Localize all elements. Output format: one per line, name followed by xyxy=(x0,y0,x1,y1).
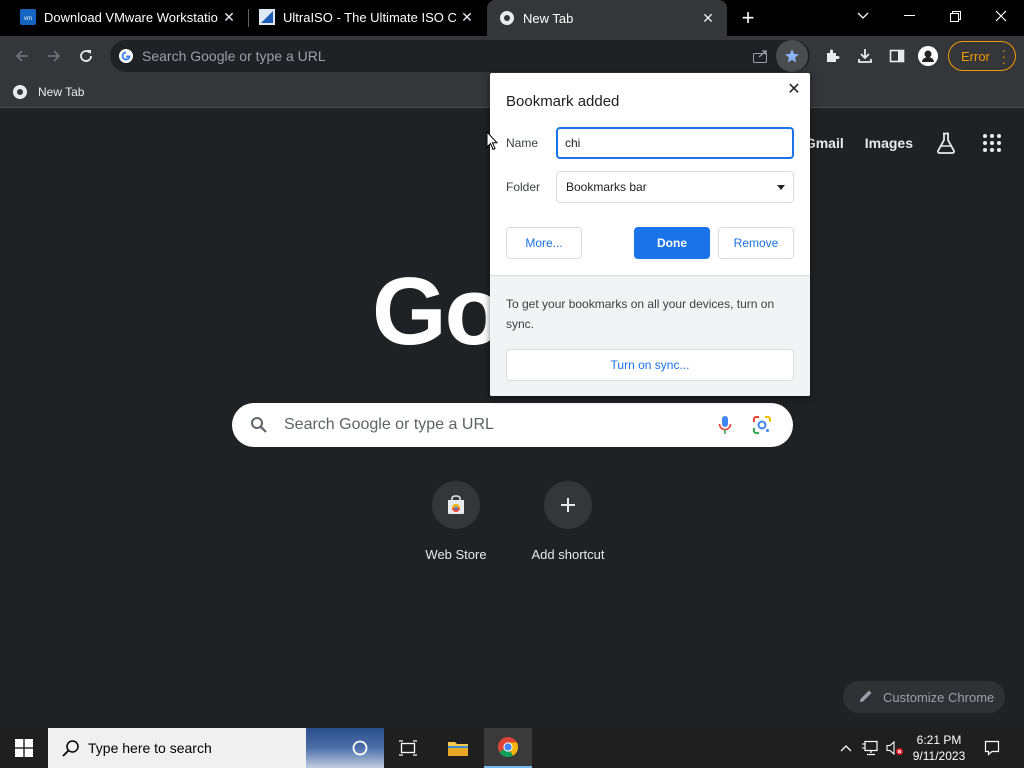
cortana-icon[interactable] xyxy=(336,728,384,768)
more-vert-icon: · · · xyxy=(1001,43,1006,70)
folder-value: Bookmarks bar xyxy=(566,180,647,194)
error-label: Error xyxy=(961,48,990,64)
bookmark-label: New Tab xyxy=(38,85,85,99)
tab-vmware[interactable]: vm Download VMware Workstation P ✕ xyxy=(0,0,248,34)
tab-title: Download VMware Workstation P xyxy=(44,9,218,25)
notifications-icon[interactable] xyxy=(978,728,1006,768)
tab-search-chevron-icon[interactable] xyxy=(840,0,886,32)
dialog-title: Bookmark added xyxy=(506,93,620,110)
omnibox-placeholder: Search Google or type a URL xyxy=(142,48,326,64)
file-explorer-icon[interactable] xyxy=(434,728,482,768)
plus-icon xyxy=(544,481,592,529)
search-icon xyxy=(62,739,80,757)
ntp-search-box[interactable]: Search Google or type a URL xyxy=(232,403,793,447)
clock-date: 9/11/2023 xyxy=(912,749,966,763)
profile-avatar-icon[interactable] xyxy=(914,42,942,70)
tab-title: New Tab xyxy=(523,10,574,26)
folder-label: Folder xyxy=(506,180,541,194)
reload-button[interactable] xyxy=(72,42,100,70)
sync-promo-footer: To get your bookmarks on all your device… xyxy=(490,275,810,396)
bookmark-item-new-tab[interactable]: New Tab xyxy=(12,82,84,102)
omnibox[interactable]: Search Google or type a URL xyxy=(110,40,810,72)
google-g-icon xyxy=(118,48,134,64)
google-logo: Go xyxy=(372,258,503,365)
google-apps-icon[interactable] xyxy=(980,131,1004,155)
svg-text:vm: vm xyxy=(24,16,32,22)
task-view-icon[interactable] xyxy=(384,728,432,768)
clock-time: 6:21 PM xyxy=(916,733,962,747)
tab-new-tab[interactable]: New Tab ✕ xyxy=(487,0,727,36)
star-icon xyxy=(785,49,799,63)
vmware-icon: vm xyxy=(20,9,36,25)
network-icon[interactable] xyxy=(860,728,882,768)
shortcut-label: Web Store xyxy=(425,547,487,562)
pencil-icon xyxy=(859,689,873,703)
dropdown-arrow-icon xyxy=(777,185,785,190)
done-button[interactable]: Done xyxy=(634,227,710,259)
name-label: Name xyxy=(506,136,539,150)
windows-start-icon[interactable] xyxy=(0,728,48,768)
chrome-icon xyxy=(12,84,28,100)
taskbar-search-placeholder: Type here to search xyxy=(88,740,212,756)
share-icon[interactable] xyxy=(752,48,770,64)
side-panel-icon[interactable] xyxy=(883,42,911,70)
sync-promo-text: To get your bookmarks on all your device… xyxy=(506,297,775,331)
volume-muted-icon[interactable] xyxy=(884,728,906,768)
web-store-icon xyxy=(432,481,480,529)
ultraiso-icon xyxy=(259,9,275,25)
close-icon[interactable]: ✕ xyxy=(218,6,240,28)
customize-chrome-button[interactable]: Customize Chrome xyxy=(843,681,1005,713)
turn-on-sync-button[interactable]: Turn on sync... xyxy=(506,349,794,381)
tab-strip: vm Download VMware Workstation P ✕ Ultra… xyxy=(0,0,1024,36)
shortcut-web-store[interactable]: Web Store xyxy=(400,481,512,562)
bookmark-star-button[interactable] xyxy=(776,40,808,72)
shortcut-label: Add shortcut xyxy=(531,547,605,562)
customize-label: Customize Chrome xyxy=(883,689,995,705)
chrome-icon xyxy=(499,10,515,26)
bookmark-added-dialog: Bookmark added ✕ Name Folder Bookmarks b… xyxy=(490,73,810,396)
chrome-taskbar-icon[interactable] xyxy=(484,728,532,768)
tab-title: UltraISO - The Ultimate ISO CD/D xyxy=(283,9,456,25)
close-icon[interactable]: ✕ xyxy=(456,6,478,28)
new-tab-button[interactable]: + xyxy=(734,4,762,32)
back-button[interactable] xyxy=(8,42,36,70)
extensions-icon[interactable] xyxy=(818,42,846,70)
ntp-search-placeholder: Search Google or type a URL xyxy=(284,416,494,433)
images-link[interactable]: Images xyxy=(865,135,913,151)
minimize-button[interactable] xyxy=(886,0,932,32)
taskbar-search-box[interactable]: Type here to search xyxy=(48,728,384,768)
more-button[interactable]: More... xyxy=(506,227,582,259)
google-lens-icon[interactable] xyxy=(752,415,772,435)
labs-flask-icon[interactable] xyxy=(934,131,958,155)
taskbar: Type here to search 6:21 PM 9/11/2023 xyxy=(0,728,1024,768)
tray-overflow-chevron-icon[interactable] xyxy=(836,728,856,768)
mouse-cursor-icon xyxy=(486,131,498,151)
remove-button[interactable]: Remove xyxy=(718,227,794,259)
forward-button[interactable] xyxy=(40,42,68,70)
download-icon[interactable] xyxy=(851,42,879,70)
system-clock[interactable]: 6:21 PM 9/11/2023 xyxy=(904,732,974,764)
tab-separator xyxy=(248,9,249,27)
ntp-top-links: Gmail Images xyxy=(805,131,1004,155)
folder-select[interactable]: Bookmarks bar xyxy=(556,171,794,203)
restore-button[interactable] xyxy=(932,0,978,32)
error-button[interactable]: Error · · · xyxy=(948,41,1016,71)
close-icon[interactable]: ✕ xyxy=(784,79,804,99)
toolbar: Search Google or type a URL Error · · · xyxy=(0,36,1024,76)
voice-search-icon[interactable] xyxy=(718,415,732,435)
search-icon xyxy=(250,416,268,434)
tab-ultraiso[interactable]: UltraISO - The Ultimate ISO CD/D ✕ xyxy=(250,0,486,34)
gmail-link[interactable]: Gmail xyxy=(805,135,844,151)
close-icon[interactable]: ✕ xyxy=(697,7,719,29)
bookmark-name-input[interactable] xyxy=(556,127,794,159)
close-window-button[interactable] xyxy=(978,0,1024,32)
shortcut-add[interactable]: Add shortcut xyxy=(512,481,624,562)
